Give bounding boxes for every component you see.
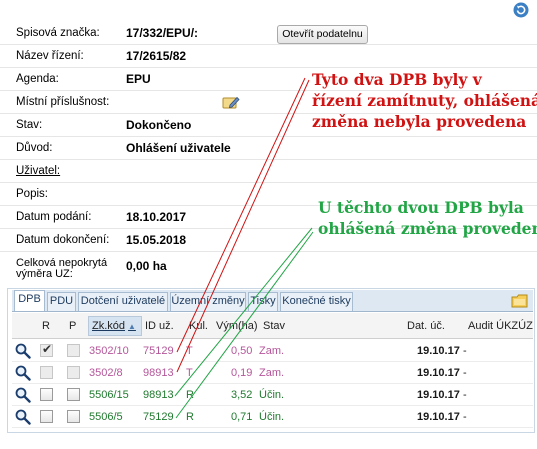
cell-stav: Zam. (259, 367, 285, 379)
edit-icon[interactable] (222, 95, 240, 110)
label-spisova-znacka: Spisová značka: (16, 27, 100, 39)
col-vym[interactable]: Vým(ha) (216, 320, 258, 332)
value-duvod: Ohlášení uživatele (126, 141, 231, 155)
table-row[interactable]: 3502/8 98913 T 0,19 Zam. 19.10.17- (12, 362, 533, 384)
cell-audit: - (463, 345, 467, 357)
col-audit[interactable]: Audit ÚKZÚZ (468, 320, 533, 332)
value-stav: Dokončeno (126, 118, 192, 132)
tab-konecne-tisky[interactable]: Konečné tisky (280, 292, 353, 311)
row-p-checkbox[interactable] (67, 366, 80, 379)
cell-dat-uc: 19.10.17 (417, 389, 460, 401)
cell-audit: - (463, 411, 467, 423)
annotation-green-line-2: ohlášená změna provedena (318, 219, 537, 238)
table-row[interactable]: 5506/15 98913 R 3,52 Účin. 19.10.17- (12, 384, 533, 406)
row-r-checkbox[interactable] (40, 366, 53, 379)
tab-dpb[interactable]: DPB (14, 290, 45, 311)
cell-id-uz: 75129 (143, 411, 174, 423)
label-agenda: Agenda: (16, 73, 59, 85)
label-popis: Popis: (16, 188, 48, 200)
annotation-red-line-3: změna nebyla provedena (312, 112, 527, 131)
tab-bar: DPB PDU Dotčení uživatelé Územní změny T… (12, 290, 533, 312)
cell-vym: 3,52 (231, 389, 253, 401)
col-r[interactable]: R (42, 320, 50, 332)
label-mistni-prislusnost: Místní příslušnost: (16, 96, 110, 108)
col-id-uz[interactable]: ID už. (145, 320, 174, 332)
cell-zk-kod: 3502/8 (89, 367, 123, 379)
value-agenda: EPU (126, 72, 151, 86)
col-zk-kod-label: Zk.kód (92, 320, 126, 332)
tab-uzemni-zmeny[interactable]: Územní změny (170, 292, 246, 311)
tab-dotceni-uzivatele[interactable]: Dotčení uživatelé (78, 292, 168, 311)
col-kul[interactable]: Kul. (189, 320, 208, 332)
value-spisova-znacka: 17/332/EPU/: (126, 26, 199, 40)
magnifier-icon[interactable] (15, 409, 31, 425)
annotation-red: Tyto dva DPB byly v řízení zamítnuty, oh… (312, 69, 537, 132)
magnifier-icon[interactable] (15, 343, 31, 359)
cell-kul: T (186, 367, 193, 379)
value-nazev-rizeni: 17/2615/82 (126, 49, 187, 63)
label-vymera: Celková nepokrytá výměra UZ: (16, 257, 108, 280)
annotation-red-line-2: řízení zamítnuty, ohlášená (312, 91, 537, 110)
row-r-checkbox[interactable]: ✔ (40, 342, 53, 357)
annotation-red-line-1: Tyto dva DPB byly v (312, 70, 482, 89)
label-datum-podani: Datum podání: (16, 211, 92, 223)
cell-stav: Účin. (259, 411, 285, 423)
annotation-green-line-1: U těchto dvou DPB byla (318, 198, 524, 217)
row-p-checkbox[interactable] (67, 344, 80, 357)
open-podatelna-button[interactable]: Otevřít podatelnu (277, 25, 368, 44)
cell-dat-uc: 19.10.17 (417, 367, 460, 379)
label-nazev-rizeni: Název řízení: (16, 50, 84, 62)
cell-stav: Zam. (259, 345, 285, 357)
label-datum-dokonceni: Datum dokončení: (16, 234, 110, 246)
refresh-icon[interactable] (513, 2, 529, 18)
cell-audit: - (463, 389, 467, 401)
row-duvod: Důvod: Ohlášení uživatele (0, 137, 537, 160)
label-duvod: Důvod: (16, 142, 53, 154)
label-uzivatel-link[interactable]: Uživatel: (16, 165, 60, 177)
table-row[interactable]: 5506/5 75129 R 0,71 Účin. 19.10.17- (12, 406, 533, 428)
col-p[interactable]: P (69, 320, 76, 332)
magnifier-icon[interactable] (15, 387, 31, 403)
cell-dat-uc: 19.10.17 (417, 411, 460, 423)
cell-dat-uc: 19.10.17 (417, 345, 460, 357)
cell-id-uz: 98913 (143, 389, 174, 401)
magnifier-icon[interactable] (15, 365, 31, 381)
cell-id-uz: 98913 (143, 367, 174, 379)
cell-zk-kod: 5506/15 (89, 389, 129, 401)
row-nazev-rizeni: Název řízení: 17/2615/82 (0, 45, 537, 68)
tab-pdu[interactable]: PDU (47, 292, 76, 311)
cell-audit: - (463, 367, 467, 379)
row-p-checkbox[interactable] (67, 388, 80, 401)
table-row[interactable]: ✔ 3502/10 75129 T 0,50 Zam. 19.10.17- (12, 340, 533, 362)
row-p-checkbox[interactable] (67, 410, 80, 423)
cell-vym: 0,71 (231, 411, 253, 423)
sort-asc-icon: ▲ (128, 322, 136, 331)
annotation-green: U těchto dvou DPB byla ohlášená změna pr… (318, 197, 537, 239)
cell-kul: R (186, 411, 194, 423)
tab-tisky[interactable]: Tisky (248, 292, 278, 311)
cell-vym: 0,50 (231, 345, 253, 357)
value-datum-podani: 18.10.2017 (126, 210, 187, 224)
checkmark-icon: ✔ (42, 342, 53, 356)
cell-zk-kod: 3502/10 (89, 345, 129, 357)
value-datum-dokonceni: 15.05.2018 (126, 233, 187, 247)
cell-kul: T (186, 345, 193, 357)
row-r-checkbox[interactable] (40, 410, 53, 423)
cell-kul: R (186, 389, 194, 401)
cell-vym: 0,19 (231, 367, 253, 379)
col-zk-kod[interactable]: Zk.kód ▲ (88, 316, 142, 336)
col-dat-uc[interactable]: Dat. úč. (407, 320, 445, 332)
value-vymera: 0,00 ha (126, 259, 167, 273)
row-spisova-znacka: Spisová značka: 17/332/EPU/: (0, 22, 537, 45)
cell-zk-kod: 5506/5 (89, 411, 123, 423)
masked-value (120, 96, 220, 112)
folder-icon[interactable] (511, 293, 529, 309)
label-stav: Stav: (16, 119, 43, 131)
row-uzivatel: Uživatel: (0, 160, 537, 183)
grid-header: R P Zk.kód ▲ ID už. Kul. Vým(ha) Stav Dat… (12, 313, 533, 339)
cell-stav: Účin. (259, 389, 285, 401)
row-r-checkbox[interactable] (40, 388, 53, 401)
cell-id-uz: 75129 (143, 345, 174, 357)
col-stav[interactable]: Stav (263, 320, 285, 332)
